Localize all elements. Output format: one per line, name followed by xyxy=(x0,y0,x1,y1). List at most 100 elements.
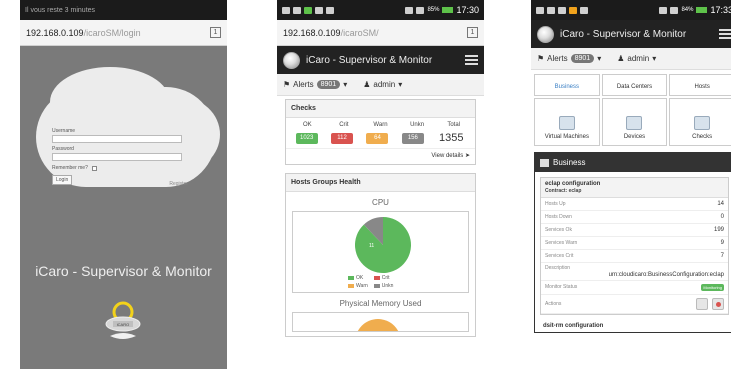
username-input[interactable] xyxy=(52,135,182,143)
url-path: /icaroSM/ xyxy=(340,27,379,38)
config-row: Hosts Down 0 xyxy=(541,211,728,224)
password-input[interactable] xyxy=(52,153,182,161)
cpu-chart-legend: OK Crit Warn Unkn xyxy=(348,275,393,289)
checks-values: 1023 112 64 156 1355 xyxy=(286,130,475,148)
app-navbar: iCaro - Supervisor & Monitor xyxy=(531,20,731,48)
tabs-count-button[interactable]: 1 xyxy=(467,27,478,38)
cpu-chart-title: CPU xyxy=(372,198,389,207)
manage-icon[interactable] xyxy=(696,298,708,310)
menu-icon[interactable] xyxy=(719,29,731,39)
chevron-down-icon: ▾ xyxy=(597,54,602,63)
menu-icon[interactable] xyxy=(465,55,478,65)
tile-devices[interactable]: Devices xyxy=(601,98,668,146)
config-header: eclap configuration Contract: eclap xyxy=(541,178,728,198)
hosts-health-title: Hosts Groups Health xyxy=(286,174,475,192)
mascot-label: iCARO xyxy=(117,322,129,327)
address-bar[interactable]: 192.168.0.109/icaroSM/ 1 xyxy=(277,20,484,46)
phone-login-screen: Il vous reste 3 minutes 192.168.0.109/ic… xyxy=(20,0,227,369)
login-cloud: Username Password Remember me? Login Reg… xyxy=(30,67,220,189)
memory-chart-title: Physical Memory Used xyxy=(339,299,422,308)
tile-label: Data Centers xyxy=(616,84,653,90)
config-row: Services Ok 199 xyxy=(541,224,728,237)
remember-checkbox[interactable] xyxy=(91,165,97,171)
warn-count-badge[interactable]: 64 xyxy=(366,132,389,144)
status-bar: Il vous reste 3 minutes xyxy=(20,0,227,20)
app-logo-icon xyxy=(537,25,554,43)
hosts-health-panel: Hosts Groups Health CPU 11 OK Crit Warn … xyxy=(285,173,476,337)
cpu-chart: 11 OK Crit Warn Unkn xyxy=(292,211,469,293)
legend-item-warn: Warn xyxy=(348,283,368,289)
checks-title: Checks xyxy=(286,100,475,118)
app-logo-icon xyxy=(283,51,300,69)
battery-percent: 85% xyxy=(427,7,440,13)
clock: 17:33 xyxy=(710,5,731,15)
address-bar[interactable]: 192.168.0.109/icaroSM/login 1 xyxy=(20,20,227,46)
user-icon: ♟ xyxy=(363,80,371,89)
tabs-count-button[interactable]: 1 xyxy=(210,27,221,38)
brand-title: iCaro - Supervisor & Monitor xyxy=(35,263,212,279)
cpu-pie-chart: 11 xyxy=(355,217,411,273)
virtual-machine-icon xyxy=(558,116,575,130)
business-panel: Business eclap configuration Contract: e… xyxy=(534,152,731,333)
tile-checks[interactable]: Checks xyxy=(669,98,731,146)
legend-item-ok: OK xyxy=(348,275,368,281)
tile-label: Virtual Machines xyxy=(544,134,589,140)
alerts-count-badge: 8901 xyxy=(570,54,595,63)
memory-pie-partial xyxy=(355,319,401,331)
app-navbar: iCaro - Supervisor & Monitor xyxy=(277,46,484,74)
checks-header: Total xyxy=(447,122,461,128)
phone-dashboard-screen: 85% 17:30 192.168.0.109/icaroSM/ 1 iCaro… xyxy=(277,0,484,369)
status-bar: 85% 17:30 xyxy=(277,0,484,20)
login-button[interactable]: Login xyxy=(52,175,73,185)
url-host: 192.168.0.109 xyxy=(26,27,84,38)
alerts-menu[interactable]: Alerts xyxy=(293,80,313,89)
phone-business-screen: 84% 17:33 iCaro - Supervisor & Monitor ⚑… xyxy=(531,0,731,369)
tile-data-centers[interactable]: Data Centers xyxy=(601,74,668,96)
register-link[interactable]: Register xyxy=(169,181,188,187)
user-menu[interactable]: admin xyxy=(627,54,649,63)
config-row: Services Crit 7 xyxy=(541,250,728,263)
monitor-status-row: Monitor Status Monitoring xyxy=(541,281,728,295)
alerts-menu[interactable]: Alerts xyxy=(547,54,567,63)
checks-header: OK xyxy=(302,122,312,128)
username-label: Username xyxy=(52,128,76,134)
alerts-count-badge: 8901 xyxy=(316,80,341,89)
checks-header: Warn xyxy=(373,122,388,128)
memory-chart xyxy=(292,312,469,332)
battery-icon xyxy=(442,7,454,13)
legend-item-unkn: Unkn xyxy=(373,283,393,289)
device-icon xyxy=(626,116,643,130)
status-bar: 84% 17:33 xyxy=(531,0,731,20)
tile-label: Devices xyxy=(623,134,646,140)
remember-label: Remember me? xyxy=(52,165,88,171)
business-header: Business xyxy=(535,153,731,172)
url-path: /icaroSM/login xyxy=(83,27,141,38)
category-tiles: Business Data Centers Hosts Virtual Mach… xyxy=(531,74,731,146)
view-details-link[interactable]: View details ➤ xyxy=(286,148,475,164)
stop-icon[interactable] xyxy=(712,298,724,310)
total-count: 1355 xyxy=(439,132,464,144)
checks-headers: OK Crit Warn Unkn Total xyxy=(286,118,475,130)
config-title: eclap configuration xyxy=(545,181,601,187)
tile-label: Business xyxy=(554,84,579,90)
alerts-bar: ⚑ Alerts 8901 ▾ ♟ admin ▾ xyxy=(531,48,731,70)
chevron-down-icon: ▾ xyxy=(398,80,403,89)
ok-count-badge[interactable]: 1023 xyxy=(295,132,318,144)
checks-header: Crit xyxy=(339,122,349,128)
alerts-bar: ⚑ Alerts 8901 ▾ ♟ admin ▾ xyxy=(277,74,484,96)
app-title: iCaro - Supervisor & Monitor xyxy=(560,28,687,40)
crit-count-badge[interactable]: 112 xyxy=(331,132,354,144)
tile-business[interactable]: Business xyxy=(534,74,600,96)
next-config-title: dsit-rm configuration xyxy=(543,323,604,329)
description-row: Description urn:cloudicaro:BusinessConfi… xyxy=(541,263,728,281)
chevron-down-icon: ▾ xyxy=(343,80,348,89)
clock: 17:30 xyxy=(456,5,479,15)
business-title: Business xyxy=(553,158,586,167)
tile-hosts[interactable]: Hosts xyxy=(669,74,731,96)
tile-virtual-machines[interactable]: Virtual Machines xyxy=(534,98,600,146)
legend-item-crit: Crit xyxy=(373,275,394,281)
user-menu[interactable]: admin xyxy=(373,80,395,89)
config-row: Hosts Up 14 xyxy=(541,198,728,211)
app-title: iCaro - Supervisor & Monitor xyxy=(306,54,433,66)
unkn-count-badge[interactable]: 156 xyxy=(401,132,424,144)
